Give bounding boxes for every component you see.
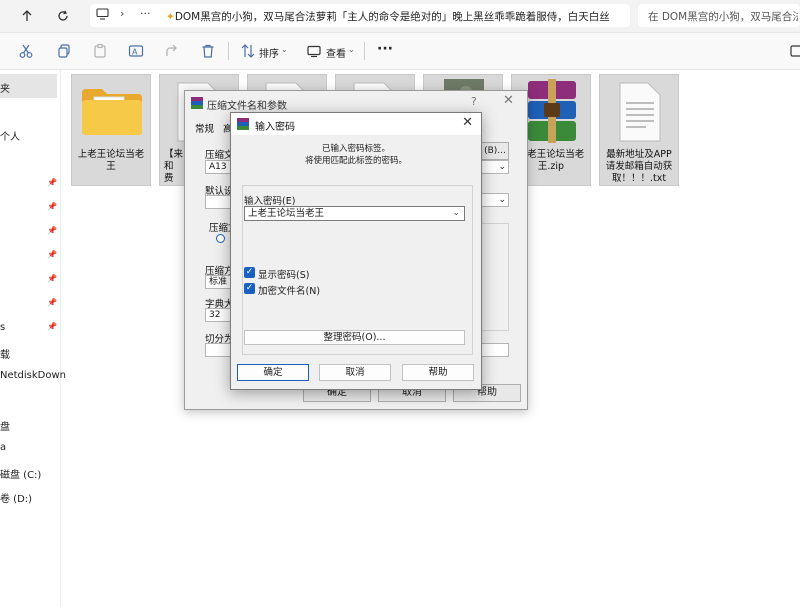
split-unit-select[interactable]: [481, 343, 509, 357]
sparkle-icon: ✦: [166, 11, 175, 23]
update-mode-select[interactable]: ⌄: [481, 160, 509, 174]
sort-icon[interactable]: [240, 43, 256, 59]
pin-icon: 📌: [47, 274, 57, 283]
sidebar-item-folder[interactable]: 夹: [0, 80, 10, 95]
paste-icon[interactable]: [92, 43, 108, 59]
show-password-label[interactable]: 显示密码(S): [258, 267, 309, 281]
help-button[interactable]: 帮助: [402, 364, 474, 381]
file-name: 上老王论坛当老王: [77, 149, 145, 172]
file-item-txt[interactable]: 最新地址及APP请发邮箱自动获取！！！.txt: [599, 74, 679, 186]
sidebar-item-drive-d[interactable]: 卷 (D:): [0, 490, 32, 505]
dialog-titlebar: 输入密码 ✕: [231, 113, 481, 135]
compression-method-select[interactable]: 标准: [205, 275, 231, 289]
delete-icon[interactable]: [200, 43, 216, 59]
pin-icon: 📌: [47, 322, 57, 331]
address-path[interactable]: DOM黑宫的小狗，双马尾合法萝莉「主人的命令是绝对的」晚上黑丝乖乖跪着服侍，白天…: [175, 11, 610, 23]
sidebar-item-netdisk[interactable]: NetdiskDown: [0, 370, 66, 381]
pin-icon: 📌: [47, 250, 57, 259]
enter-password-dialog: 输入密码 ✕ 已输入密码标签。 将使用匹配此标签的密码。 输入密码(E) 上老王…: [230, 112, 482, 390]
encrypt-filenames-checkbox[interactable]: ✓: [244, 283, 255, 294]
command-bar: A 排序 ⌄ 查看 ⌄ ···: [0, 33, 800, 70]
split-volume-field[interactable]: [205, 343, 231, 357]
tab-general[interactable]: 常规: [195, 121, 214, 135]
winrar-icon: [191, 97, 203, 109]
chevron-right-icon: ›: [120, 7, 125, 20]
view-icon[interactable]: [306, 43, 322, 59]
browse-button[interactable]: (B)...: [481, 142, 509, 160]
dialog-title: 输入密码: [255, 122, 295, 133]
password-label: 输入密码(E): [244, 196, 296, 207]
cancel-button[interactable]: 取消: [319, 364, 391, 381]
svg-text:A: A: [132, 48, 138, 57]
label-info-line2: 将使用匹配此标签的密码。: [304, 156, 407, 166]
archive-name-field[interactable]: A13: [205, 160, 231, 174]
file-item-folder[interactable]: 上老王论坛当老王: [71, 74, 151, 186]
navigation-pane: [0, 70, 61, 607]
winrar-icon: [237, 118, 249, 130]
profile-select[interactable]: [205, 195, 231, 209]
sort-button[interactable]: 排序: [259, 45, 279, 60]
search-text[interactable]: 在 DOM黑宫的小狗，双马尾合法萝莉: [648, 11, 798, 23]
organize-passwords-button[interactable]: 整理密码(O)...: [244, 330, 465, 345]
search-box[interactable]: 在 DOM黑宫的小狗，双马尾合法萝莉: [638, 4, 800, 27]
monitor-icon: [96, 8, 109, 20]
close-icon[interactable]: ✕: [462, 115, 473, 130]
share-icon[interactable]: [164, 43, 180, 59]
chevron-down-icon: ⌄: [281, 45, 288, 54]
refresh-icon[interactable]: [54, 7, 72, 25]
details-pane-icon[interactable]: [790, 43, 800, 59]
address-toolbar: › ··· ✦DOM黑宫的小狗，双马尾合法萝莉「主人的命令是绝对的」晚上黑丝乖乖…: [0, 0, 800, 33]
dialog-title: 压缩文件名和参数: [207, 101, 287, 112]
sidebar-item-unnamed[interactable]: a: [0, 442, 6, 453]
dictionary-size-select[interactable]: 32: [205, 308, 231, 322]
format-radio[interactable]: [216, 234, 225, 243]
address-bar[interactable]: › ··· ✦DOM黑宫的小狗，双马尾合法萝莉「主人的命令是绝对的」晚上黑丝乖乖…: [90, 4, 630, 27]
sidebar-item-pinned[interactable]: s: [0, 322, 5, 333]
options-group: [481, 223, 509, 331]
pin-icon: 📌: [47, 178, 57, 187]
sidebar-item-disk[interactable]: 盘: [0, 418, 10, 433]
more-path-icon[interactable]: ···: [140, 7, 151, 20]
file-name: 最新地址及APP请发邮箱自动获取！！！.txt: [605, 149, 673, 184]
help-icon[interactable]: ?: [471, 95, 477, 108]
options-select[interactable]: ⌄: [481, 193, 509, 207]
password-combobox[interactable]: 上老王论坛当老王 ⌄: [244, 206, 465, 221]
pin-icon: 📌: [47, 226, 57, 235]
encrypt-filenames-label[interactable]: 加密文件名(N): [258, 283, 320, 297]
sidebar-item-drive-c[interactable]: 磁盘 (C:): [0, 466, 41, 481]
folder-icon: [82, 89, 142, 135]
sidebar-item-downloads[interactable]: 载: [0, 346, 10, 361]
pin-icon: 📌: [47, 298, 57, 307]
label-info-line1: 已输入密码标签。: [321, 144, 390, 154]
toolbar-divider: [364, 42, 365, 60]
pin-icon: 📌: [47, 202, 57, 211]
sidebar-item-personal[interactable]: 个人: [0, 128, 20, 143]
arrow-up-icon[interactable]: [18, 7, 36, 25]
rename-icon[interactable]: A: [128, 43, 144, 59]
show-password-checkbox[interactable]: ✓: [244, 267, 255, 278]
copy-icon[interactable]: [56, 43, 72, 59]
winrar-archive-icon: [528, 79, 576, 143]
more-options-icon[interactable]: ···: [377, 41, 393, 57]
text-file-icon: [619, 82, 661, 142]
password-value[interactable]: 上老王论坛当老王: [248, 208, 324, 219]
toolbar-divider: [228, 42, 229, 60]
chevron-down-icon[interactable]: ⌄: [452, 207, 460, 220]
ok-button[interactable]: 确定: [237, 364, 309, 381]
view-button[interactable]: 查看: [326, 45, 346, 60]
cut-icon[interactable]: [18, 43, 34, 59]
chevron-down-icon: ⌄: [348, 45, 355, 54]
close-icon[interactable]: ✕: [503, 93, 514, 108]
